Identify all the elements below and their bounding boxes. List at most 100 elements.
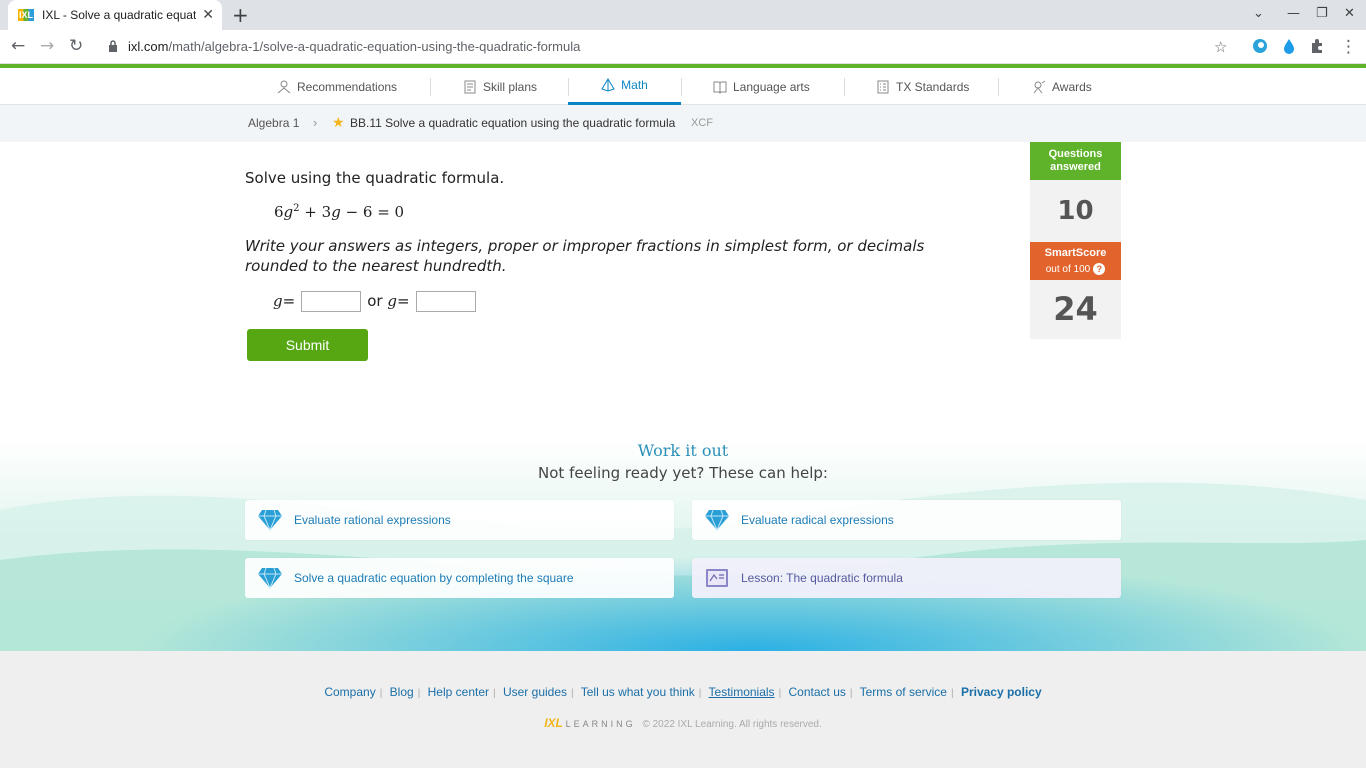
skill-title: BB.11 Solve a quadratic equation using t… [350, 116, 676, 130]
answer-input-2[interactable] [415, 290, 476, 312]
breadcrumb: Algebra 1 › ★ BB.11 Solve a quadratic eq… [0, 105, 1366, 142]
diamond-icon [258, 567, 282, 589]
forward-icon[interactable]: → [40, 36, 54, 56]
questions-answered-value: 10 [1030, 180, 1121, 242]
skill-plans-icon [464, 80, 476, 93]
footer-link-user-guides[interactable]: User guides [503, 685, 567, 699]
tab-language-arts[interactable]: Language arts [713, 68, 810, 105]
diamond-icon [258, 509, 282, 531]
smartscore-header: SmartScore out of 100? [1030, 242, 1121, 280]
extension-drop-icon[interactable] [1281, 38, 1297, 54]
lock-icon[interactable] [108, 40, 118, 52]
tab-math[interactable]: Math [568, 68, 681, 105]
nav-divider [430, 78, 431, 96]
chevron-right-icon: › [313, 115, 318, 130]
smartscore-title: SmartScore [1044, 247, 1107, 259]
card-label: Solve a quadratic equation by completing… [294, 571, 574, 585]
tab-label: TX Standards [896, 79, 970, 94]
book-icon [713, 81, 727, 94]
breadcrumb-algebra-1[interactable]: Algebra 1 [248, 116, 299, 130]
close-tab-icon[interactable]: ✕ [202, 7, 214, 23]
footer-link-feedback[interactable]: Tell us what you think [581, 685, 695, 699]
url-host: ixl.com [128, 39, 169, 54]
related-skill-card[interactable]: Solve a quadratic equation by completing… [245, 558, 674, 598]
smartscore-subtitle: out of 100 [1045, 264, 1091, 275]
reload-icon[interactable]: ↻ [69, 36, 83, 56]
footer-link-testimonials[interactable]: Testimonials [709, 685, 775, 699]
lesson-icon [706, 569, 728, 587]
tab-title: IXL - Solve a quadratic equation [42, 8, 197, 22]
ixl-favicon-icon: IXL [18, 9, 34, 21]
card-label: Evaluate radical expressions [741, 513, 894, 527]
help-question-icon[interactable]: ? [1093, 263, 1106, 275]
tab-skill-plans[interactable]: Skill plans [463, 68, 537, 105]
menu-kebab-icon[interactable]: ⋮ [1340, 37, 1357, 57]
url-path: /math/algebra-1/solve-a-quadratic-equati… [168, 39, 581, 54]
address-bar[interactable]: ixl.com/math/algebra-1/solve-a-quadratic… [128, 39, 580, 54]
nav-divider [998, 78, 999, 96]
minimize-icon[interactable]: — [1287, 6, 1300, 21]
eq-variable: g [283, 203, 294, 221]
new-tab-icon[interactable]: + [232, 3, 249, 27]
ixl-logo-suffix: LEARNING [565, 719, 636, 729]
tab-recommendations[interactable]: Recommendations [277, 68, 397, 105]
quadratic-equation: 6g2 + 3g − 6 = 0 [274, 203, 404, 221]
tab-label: Math [621, 78, 648, 92]
footer-links: Company | Blog | Help center | User guides |… [324, 685, 1042, 699]
related-skill-card[interactable]: Evaluate rational expressions [245, 500, 674, 540]
answer-row: g = or g = [273, 290, 482, 312]
awards-icon [1033, 80, 1046, 93]
nav-divider [844, 78, 845, 96]
star-icon: ★ [332, 114, 345, 130]
browser-tab[interactable]: IXL IXL - Solve a quadratic equation ✕ [8, 0, 222, 30]
math-icon [601, 78, 615, 92]
answer-var-label: g [273, 292, 283, 310]
footer-link-contact[interactable]: Contact us [789, 685, 846, 699]
question-prompt: Solve using the quadratic formula. [245, 169, 505, 187]
eq-coefficient-a: 6 [274, 203, 284, 221]
footer-link-blog[interactable]: Blog [390, 685, 414, 699]
tab-awards[interactable]: Awards [1032, 68, 1092, 105]
footer-link-privacy[interactable]: Privacy policy [961, 685, 1042, 699]
close-window-icon[interactable]: ✕ [1344, 6, 1355, 21]
smartscore-value: 24 [1030, 280, 1121, 339]
card-label: Lesson: The quadratic formula [741, 571, 903, 585]
nav-divider [681, 78, 682, 96]
tab-search-icon[interactable]: ⌄ [1253, 6, 1264, 21]
bookmark-star-icon[interactable]: ☆ [1214, 38, 1227, 56]
browser-toolbar: ← → ↻ ixl.com/math/algebra-1/solve-a-qua… [0, 30, 1366, 64]
extension-swirl-icon[interactable] [1252, 38, 1268, 54]
equals-sign: = [282, 292, 296, 310]
standards-icon [877, 80, 889, 93]
eq-variable: g [331, 203, 341, 221]
work-it-out-title: Work it out [637, 441, 729, 460]
tab-label: Recommendations [297, 79, 398, 94]
related-skill-card[interactable]: Evaluate radical expressions [692, 500, 1121, 540]
footer-link-help-center[interactable]: Help center [428, 685, 489, 699]
card-label: Evaluate rational expressions [294, 513, 451, 527]
submit-button[interactable]: Submit [247, 329, 368, 361]
tab-label: Language arts [733, 79, 810, 94]
answer-instructions: Write your answers as integers, proper o… [245, 237, 925, 275]
eq-constant-term: − 6 = 0 [340, 203, 405, 221]
browser-tab-strip: IXL IXL - Solve a quadratic equation ✕ +… [0, 0, 1366, 30]
tab-label: Skill plans [483, 79, 538, 94]
skill-code: XCF [691, 117, 713, 129]
equals-sign: = [396, 292, 410, 310]
questions-answered-header: Questions answered [1030, 142, 1121, 180]
diamond-icon [705, 509, 729, 531]
lesson-card[interactable]: Lesson: The quadratic formula [692, 558, 1121, 598]
back-icon[interactable]: ← [11, 36, 25, 56]
ixl-logo: IXL [544, 716, 563, 730]
answer-input-1[interactable] [301, 290, 362, 312]
subject-nav: Recommendations Skill plans Math Languag… [0, 68, 1366, 105]
copyright-line: IXL LEARNING © 2022 IXL Learning. All ri… [0, 716, 1366, 730]
copyright-text: © 2022 IXL Learning. All rights reserved… [642, 719, 822, 730]
footer: Company | Blog | Help center | User guides |… [0, 651, 1366, 768]
footer-link-company[interactable]: Company [324, 685, 375, 699]
restore-icon[interactable]: ❐ [1316, 6, 1328, 21]
or-label: or [367, 292, 383, 310]
tab-tx-standards[interactable]: TX Standards [876, 68, 969, 105]
footer-link-terms[interactable]: Terms of service [860, 685, 947, 699]
extensions-puzzle-icon[interactable] [1309, 38, 1325, 54]
